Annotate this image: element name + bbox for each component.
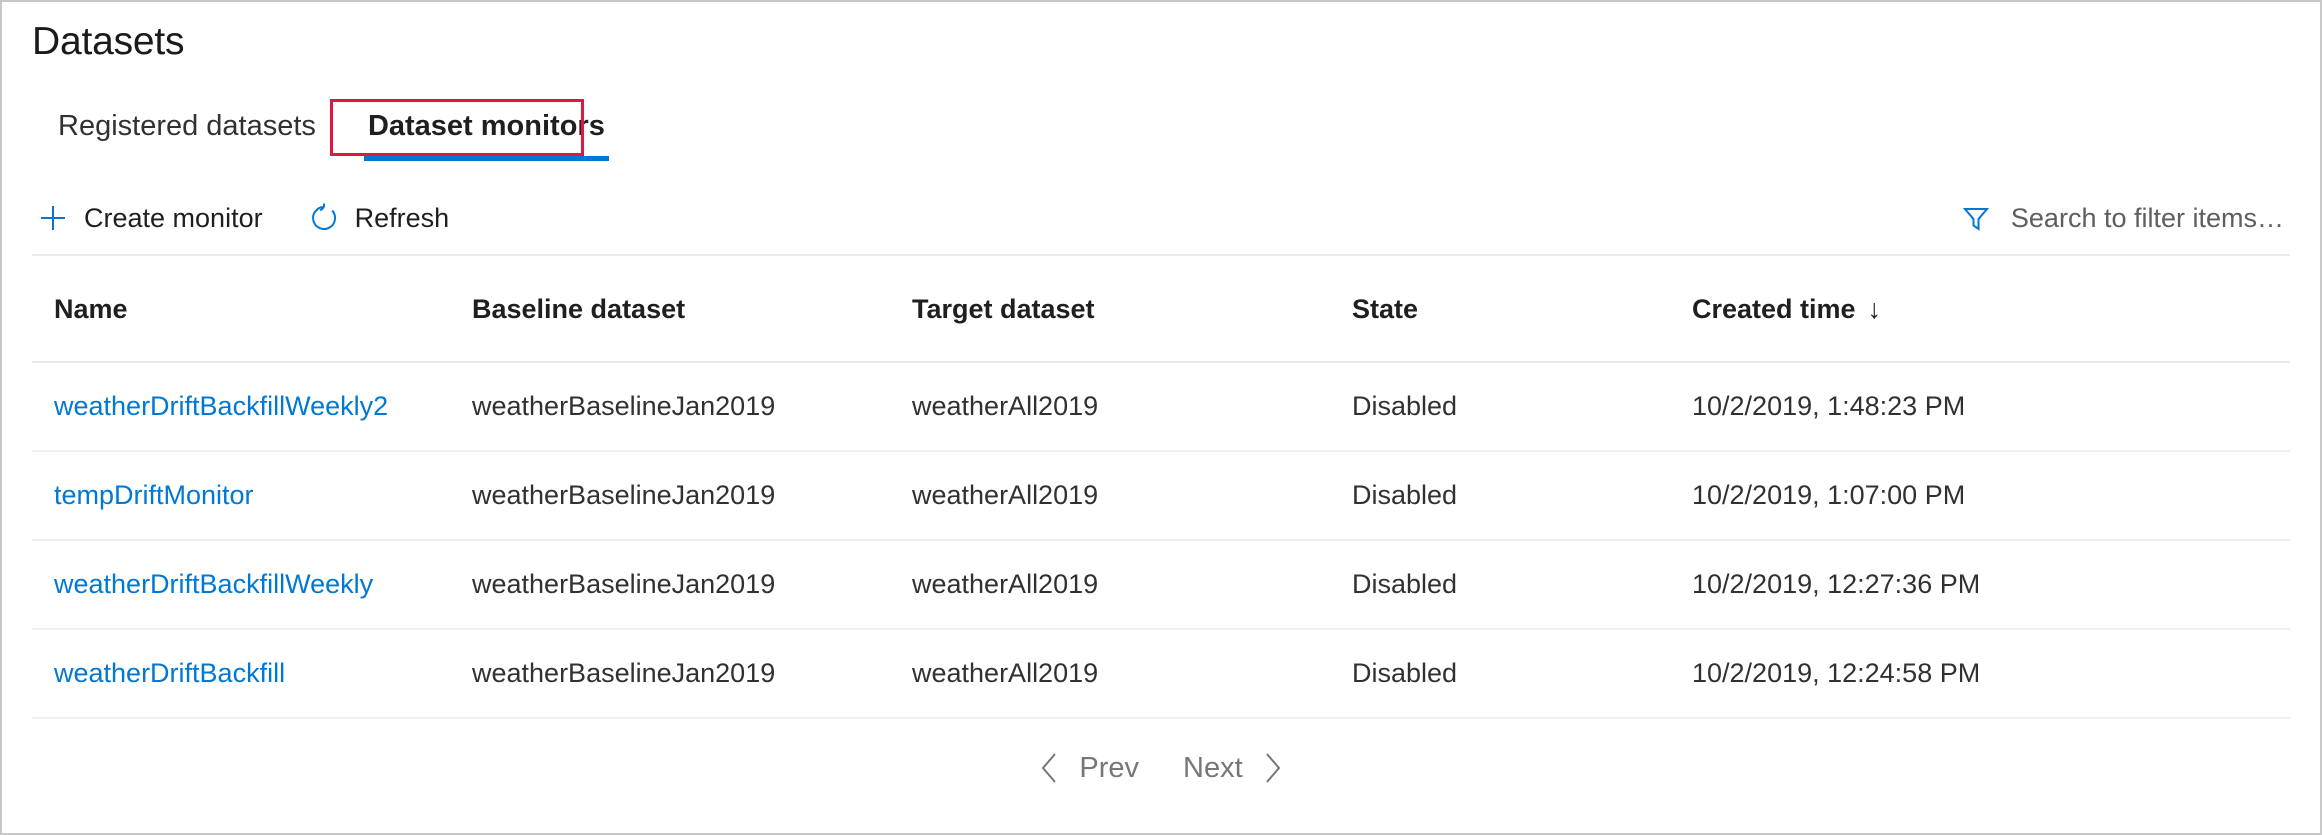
cell-created-time: 10/2/2019, 1:07:00 PM: [1692, 451, 2290, 540]
cell-baseline-dataset: weatherBaselineJan2019: [472, 540, 912, 629]
datasets-page: Datasets Registered datasets Dataset mon…: [0, 0, 2322, 835]
cell-state: Disabled: [1352, 451, 1692, 540]
cell-created-time: 10/2/2019, 12:27:36 PM: [1692, 540, 2290, 629]
cell-baseline-dataset: weatherBaselineJan2019: [472, 451, 912, 540]
column-header-baseline-dataset[interactable]: Baseline dataset: [472, 255, 912, 362]
cell-target-dataset: weatherAll2019: [912, 629, 1352, 718]
cell-name: weatherDriftBackfill: [32, 629, 472, 718]
next-page-button[interactable]: Next: [1161, 744, 1307, 792]
pagination-controls: Prev Next: [2, 744, 2320, 792]
sort-descending-icon: ↓: [1868, 294, 1882, 325]
monitor-name-link[interactable]: weatherDriftBackfillWeekly: [54, 569, 373, 599]
filter-funnel-icon: [1959, 201, 1993, 235]
table-row[interactable]: tempDriftMonitor weatherBaselineJan2019 …: [32, 451, 2290, 540]
monitor-name-link[interactable]: tempDriftMonitor: [54, 480, 254, 510]
chevron-left-icon: [1037, 751, 1063, 785]
filter-placeholder-text: Search to filter items…: [2011, 201, 2284, 235]
column-header-state-label: State: [1352, 294, 1418, 324]
cell-state: Disabled: [1352, 540, 1692, 629]
table-body: weatherDriftBackfillWeekly2 weatherBasel…: [32, 362, 2290, 718]
cell-target-dataset: weatherAll2019: [912, 451, 1352, 540]
pivot-tab-bar: Registered datasets Dataset monitors: [32, 99, 631, 161]
cell-state: Disabled: [1352, 629, 1692, 718]
cell-baseline-dataset: weatherBaselineJan2019: [472, 362, 912, 451]
monitor-name-link[interactable]: weatherDriftBackfillWeekly2: [54, 391, 388, 421]
table-row[interactable]: weatherDriftBackfill weatherBaselineJan2…: [32, 629, 2290, 718]
column-header-target-label: Target dataset: [912, 294, 1095, 324]
prev-page-label: Prev: [1079, 750, 1139, 786]
cell-state: Disabled: [1352, 362, 1692, 451]
table-header-row: Name Baseline dataset Target dataset Sta…: [32, 255, 2290, 362]
refresh-button[interactable]: Refresh: [303, 193, 468, 243]
column-header-name[interactable]: Name: [32, 255, 472, 362]
column-header-name-label: Name: [54, 294, 128, 324]
column-header-baseline-label: Baseline dataset: [472, 294, 685, 324]
cell-target-dataset: weatherAll2019: [912, 362, 1352, 451]
cell-baseline-dataset: weatherBaselineJan2019: [472, 629, 912, 718]
table-row[interactable]: weatherDriftBackfillWeekly2 weatherBasel…: [32, 362, 2290, 451]
tab-registered-datasets[interactable]: Registered datasets: [32, 99, 342, 161]
refresh-icon: [307, 201, 341, 235]
dataset-monitors-table: Name Baseline dataset Target dataset Sta…: [32, 254, 2290, 719]
table-row[interactable]: weatherDriftBackfillWeekly weatherBaseli…: [32, 540, 2290, 629]
column-header-created-time[interactable]: Created time ↓: [1692, 255, 2290, 362]
column-header-created-label: Created time: [1692, 294, 1856, 324]
cell-name: weatherDriftBackfillWeekly: [32, 540, 472, 629]
create-monitor-button[interactable]: Create monitor: [32, 193, 281, 243]
tab-dataset-monitors[interactable]: Dataset monitors: [342, 99, 631, 161]
chevron-right-icon: [1259, 751, 1285, 785]
column-header-state[interactable]: State: [1352, 255, 1692, 362]
filter-search-box[interactable]: Search to filter items…: [1959, 201, 2290, 235]
create-monitor-label: Create monitor: [84, 201, 263, 235]
column-header-target-dataset[interactable]: Target dataset: [912, 255, 1352, 362]
cell-created-time: 10/2/2019, 12:24:58 PM: [1692, 629, 2290, 718]
cell-name: tempDriftMonitor: [32, 451, 472, 540]
page-title: Datasets: [32, 18, 184, 66]
prev-page-button[interactable]: Prev: [1015, 744, 1161, 792]
monitor-name-link[interactable]: weatherDriftBackfill: [54, 658, 285, 688]
cell-created-time: 10/2/2019, 1:48:23 PM: [1692, 362, 2290, 451]
refresh-label: Refresh: [355, 201, 450, 235]
next-page-label: Next: [1183, 750, 1243, 786]
command-bar: Create monitor Refresh Search to filter …: [32, 187, 2290, 249]
cell-target-dataset: weatherAll2019: [912, 540, 1352, 629]
cell-name: weatherDriftBackfillWeekly2: [32, 362, 472, 451]
plus-icon: [36, 201, 70, 235]
